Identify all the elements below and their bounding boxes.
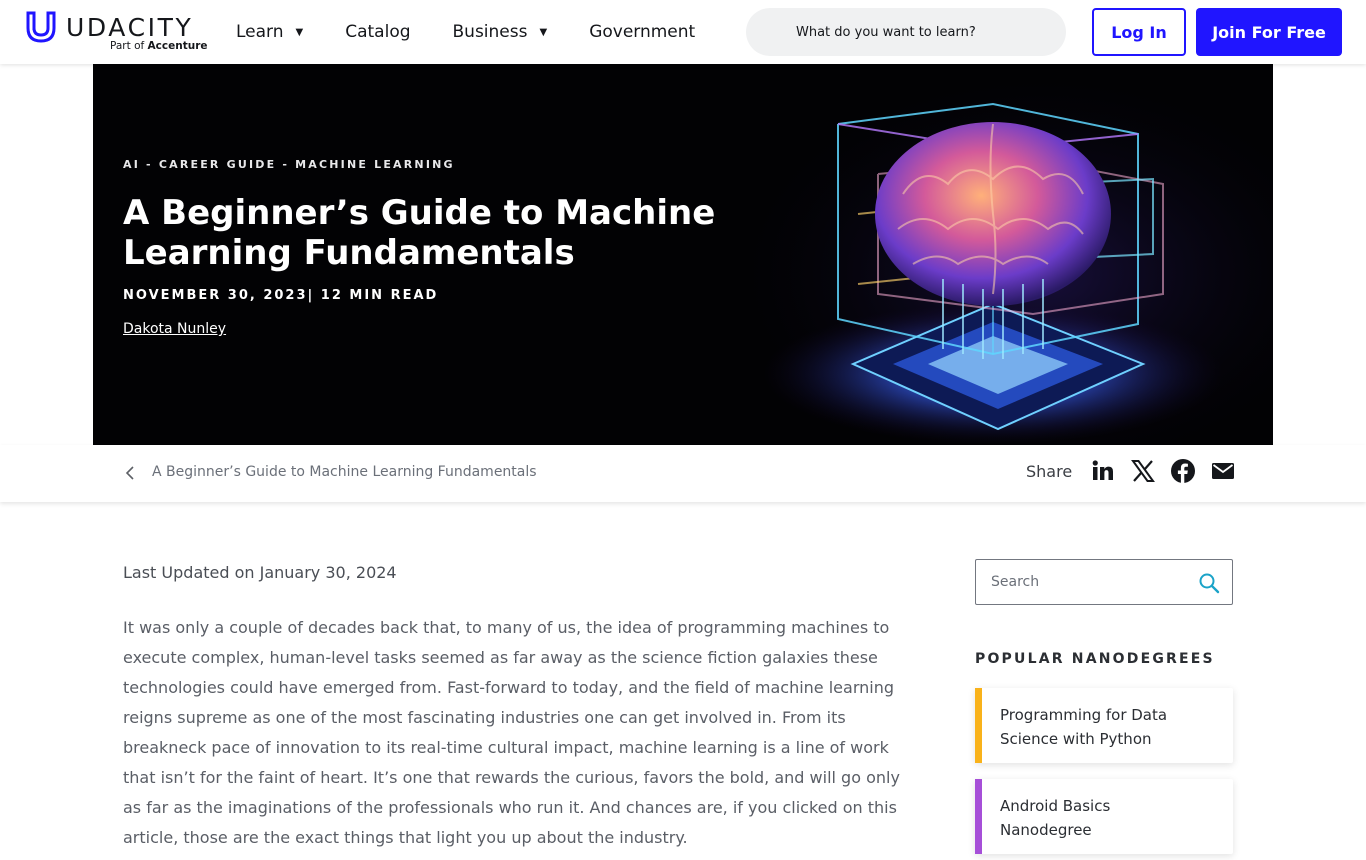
main-nav: Learn ▼ Catalog Business ▼ Government bbox=[236, 0, 737, 64]
nav-item-label: Government bbox=[589, 22, 696, 42]
card-accent-stripe bbox=[975, 779, 982, 854]
caret-down-icon: ▼ bbox=[539, 26, 548, 38]
search-icon[interactable] bbox=[1198, 572, 1220, 594]
breadcrumb[interactable]: A Beginner’s Guide to Machine Learning F… bbox=[152, 464, 537, 480]
brand-subtitle: Part of Accenture bbox=[110, 40, 208, 52]
glowing-brain-illustration bbox=[693, 64, 1273, 445]
log-in-button[interactable]: Log In bbox=[1092, 8, 1186, 56]
nanodegree-title: Android Basics Nanodegree bbox=[1000, 797, 1111, 839]
top-navigation-bar: UDACITY Part of Accenture Learn ▼ Catalog B… bbox=[0, 0, 1366, 64]
card-accent-stripe bbox=[975, 688, 982, 763]
nav-item-business[interactable]: Business ▼ bbox=[453, 22, 548, 42]
article-author-link[interactable]: Dakota Nunley bbox=[123, 321, 226, 337]
sidebar-search-input[interactable] bbox=[991, 574, 1191, 590]
nanodegree-title: Programming for Data Science with Python bbox=[1000, 706, 1168, 748]
article-categories[interactable]: AI - CAREER GUIDE - MACHINE LEARNING bbox=[123, 158, 455, 171]
nav-item-label: Business bbox=[452, 22, 528, 42]
sidebar-search-box[interactable] bbox=[975, 559, 1233, 605]
linkedin-icon[interactable] bbox=[1090, 458, 1116, 484]
chevron-left-icon[interactable] bbox=[122, 463, 138, 483]
udacity-logo-mark-icon bbox=[26, 11, 56, 43]
join-for-free-button[interactable]: Join For Free bbox=[1196, 8, 1342, 56]
breadcrumb-share-bar: A Beginner’s Guide to Machine Learning F… bbox=[0, 445, 1366, 502]
udacity-logo[interactable]: UDACITY Part of Accenture bbox=[24, 10, 208, 54]
nav-item-label: Catalog bbox=[345, 22, 411, 42]
nanodegree-card-android-basics[interactable]: Android Basics Nanodegree bbox=[975, 779, 1233, 854]
top-search-input[interactable] bbox=[796, 24, 1046, 40]
article-paragraph: It was only a couple of decades back tha… bbox=[123, 618, 900, 847]
top-search-box[interactable] bbox=[746, 8, 1066, 56]
x-icon[interactable] bbox=[1130, 458, 1156, 484]
nanodegree-card-data-science-python[interactable]: Programming for Data Science with Python bbox=[975, 688, 1233, 763]
last-updated-date: Last Updated on January 30, 2024 bbox=[123, 563, 397, 582]
article-date-readtime: NOVEMBER 30, 2023| 12 MIN READ bbox=[123, 288, 439, 303]
popular-nanodegrees-heading: POPULAR NANODEGREES bbox=[975, 651, 1215, 667]
article-title: A Beginner’s Guide to Machine Learning F… bbox=[123, 193, 716, 273]
share-label: Share bbox=[1026, 462, 1073, 481]
facebook-icon[interactable] bbox=[1170, 458, 1196, 484]
nav-item-learn[interactable]: Learn ▼ bbox=[236, 22, 303, 42]
nav-item-government[interactable]: Government bbox=[589, 22, 695, 42]
email-icon[interactable] bbox=[1210, 458, 1236, 484]
nav-item-label: Learn bbox=[236, 22, 284, 42]
article-hero: AI - CAREER GUIDE - MACHINE LEARNING A B… bbox=[93, 64, 1273, 445]
caret-down-icon: ▼ bbox=[295, 26, 304, 38]
brand-name: UDACITY bbox=[66, 13, 194, 42]
nav-item-catalog[interactable]: Catalog bbox=[345, 22, 410, 42]
